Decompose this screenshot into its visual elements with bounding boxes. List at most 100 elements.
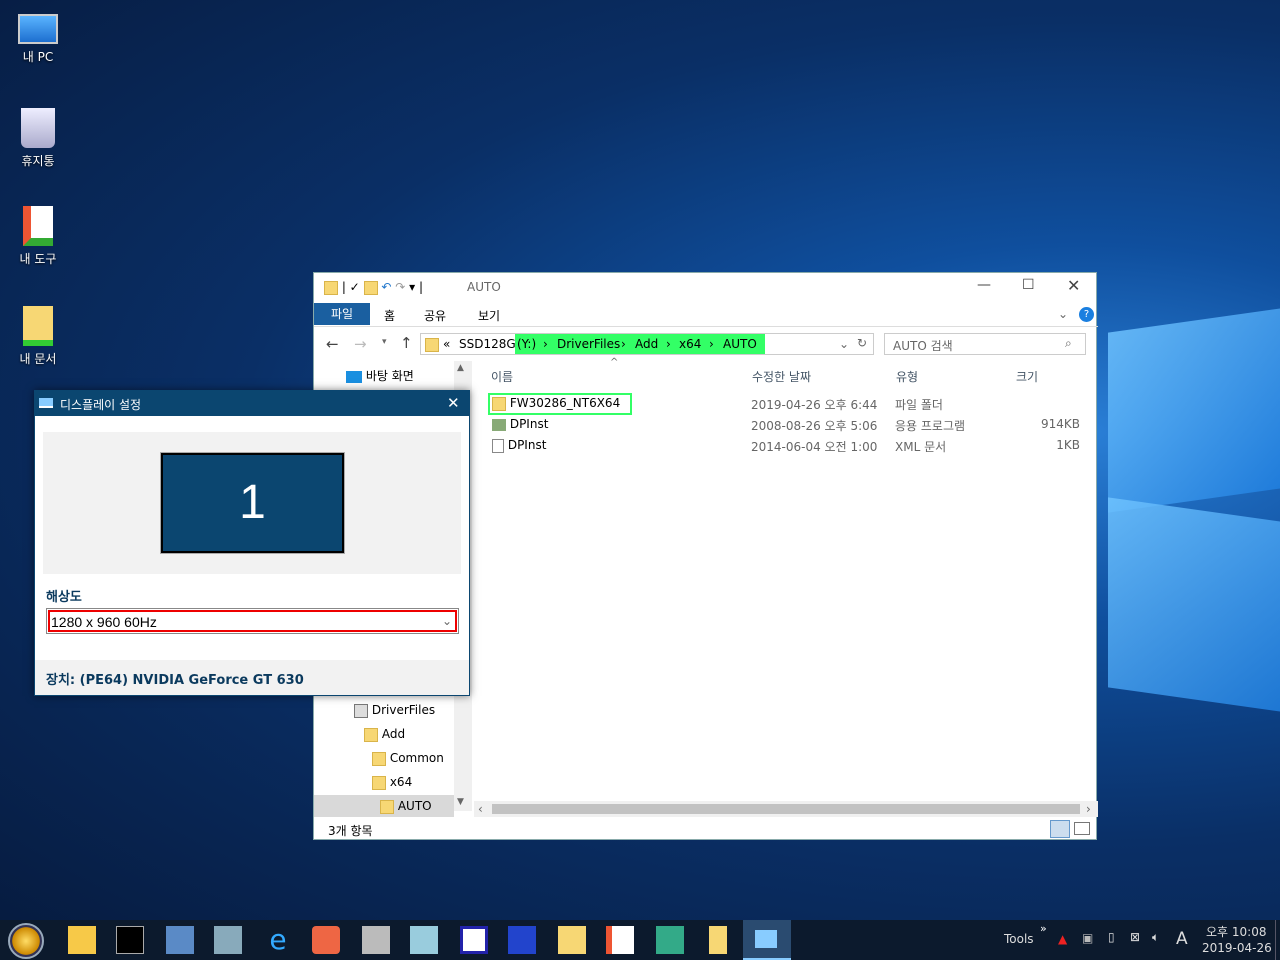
volume-icon[interactable]: 🔈︎ [1152, 930, 1159, 945]
address-segment[interactable]: SSD128G [459, 337, 516, 351]
recent-locations-chevron-icon[interactable]: ▾ [382, 337, 387, 347]
file-row[interactable]: DPInst 2008-08-26 오후 5:06 응용 프로그램 914KB [490, 414, 1090, 435]
taskbar-folder-icon[interactable] [709, 926, 727, 954]
tab-share[interactable]: 공유 [424, 307, 446, 324]
taskbar-ie-icon[interactable]: e [264, 926, 292, 954]
taskbar-documents-icon[interactable] [558, 926, 586, 954]
column-header-size[interactable]: 크기 [1016, 368, 1038, 385]
taskbar-display-settings-active[interactable] [743, 920, 791, 960]
help-icon[interactable]: ? [1079, 307, 1094, 322]
device-name: 장치: (PE64) NVIDIA GeForce GT 630 [46, 673, 304, 688]
tab-view[interactable]: 보기 [478, 307, 500, 324]
resolution-value: 1280 x 960 60Hz [51, 614, 157, 630]
tab-file[interactable]: 파일 [314, 303, 370, 325]
tab-home[interactable]: 홈 [384, 307, 395, 324]
dialog-close-button[interactable]: ✕ [447, 394, 460, 412]
back-button[interactable]: ← [326, 335, 339, 353]
taskbar-app-icon[interactable] [166, 926, 194, 954]
taskbar-eraser-icon[interactable] [410, 926, 438, 954]
file-name: DPInst [507, 438, 547, 452]
file-row[interactable]: DPInst 2014-06-04 오전 1:00 XML 문서 1KB [490, 435, 1090, 456]
clock-time[interactable]: 오후 10:08 [1206, 923, 1266, 940]
taskbar-grid-icon[interactable] [460, 926, 488, 954]
taskbar-tools-icon[interactable] [606, 926, 634, 954]
taskbar-device-icon[interactable] [362, 926, 390, 954]
nav-item-desktop[interactable]: 바탕 화면 [366, 369, 414, 383]
resolution-dropdown[interactable]: 1280 x 960 60Hz ⌄ [46, 608, 459, 634]
quick-access-toolbar[interactable]: | ✓ ↶ ↷ ▾ | [324, 280, 423, 295]
column-header-type[interactable]: 유형 [896, 368, 918, 385]
column-header-name[interactable]: 이름 [491, 368, 513, 385]
application-icon [492, 418, 506, 431]
file-name: FW30286_NT6X64 [509, 396, 621, 410]
address-dropdown-chevron-icon[interactable]: ⌄ [839, 337, 849, 351]
address-segment[interactable]: Add [635, 337, 658, 351]
show-desktop-button[interactable] [1275, 920, 1276, 960]
close-button[interactable]: ✕ [1067, 276, 1080, 295]
nav-item[interactable]: DriverFiles [372, 703, 435, 717]
recycle-bin-icon [21, 108, 55, 148]
status-item-count: 3개 항목 [328, 824, 373, 838]
network-error-icon[interactable]: ⊠ [1130, 930, 1140, 944]
monitor-1[interactable]: 1 [160, 452, 345, 554]
ime-indicator[interactable]: A [1176, 929, 1188, 949]
address-segment[interactable]: DriverFiles [557, 337, 620, 351]
chevron-down-icon: ⌄ [441, 614, 452, 628]
taskbar-media-icon[interactable] [312, 926, 340, 954]
minimize-button[interactable]: — [977, 277, 991, 293]
address-segment[interactable]: AUTO [723, 337, 757, 351]
drive-folder-icon [354, 703, 368, 718]
toolbar-overflow-icon[interactable]: » [1040, 922, 1047, 935]
file-type: 파일 폴더 [895, 398, 943, 412]
nav-item[interactable]: Common [390, 751, 444, 765]
refresh-icon[interactable]: ↻ [857, 336, 867, 350]
desktop-icon [346, 370, 362, 383]
file-date: 2008-08-26 오후 5:06 [751, 419, 878, 433]
taskbar-save-icon[interactable] [508, 926, 536, 954]
search-icon: ⌕ [1065, 336, 1072, 350]
windows-logo-wallpaper [1098, 300, 1280, 720]
tools-shortcut-icon [23, 206, 53, 246]
maximize-button[interactable]: ☐ [1022, 277, 1035, 293]
desktop-icon-my-pc[interactable]: 내 PC [0, 10, 76, 65]
file-row[interactable]: FW30286_NT6X64 2019-04-26 오후 6:44 파일 폴더 [490, 393, 1090, 414]
icon-label: 내 PC [22, 50, 54, 64]
desktop-icon-my-documents[interactable]: 내 문서 [0, 306, 76, 367]
up-button[interactable]: ↑ [400, 334, 413, 352]
horizontal-scrollbar[interactable]: ‹ › [474, 801, 1098, 817]
address-overflow[interactable]: « [443, 337, 450, 351]
network-disconnected-icon[interactable]: ▣ [1082, 931, 1093, 945]
taskbar-cmd-icon[interactable] [116, 926, 144, 954]
file-size: 1KB [1056, 438, 1080, 452]
details-view-button[interactable] [1050, 820, 1070, 838]
icon-label: 내 도구 [19, 252, 57, 266]
ribbon-expand-chevron-icon[interactable]: ⌄ [1058, 307, 1068, 321]
tray-app-icon[interactable]: ▲ [1058, 932, 1067, 946]
start-button[interactable] [8, 923, 44, 959]
forward-button[interactable]: → [354, 335, 367, 353]
taskbar-file-explorer-icon[interactable] [68, 926, 96, 954]
dialog-titlebar: 디스플레이 설정 ✕ [35, 391, 469, 416]
address-segment[interactable]: x64 [679, 337, 701, 351]
address-bar[interactable]: « SSD128G (Y:) › DriverFiles › Add › x64… [420, 333, 874, 355]
desktop-icon-recycle-bin[interactable]: 휴지통 [0, 108, 76, 169]
taskbar-monitor-icon[interactable] [214, 926, 242, 954]
file-date: 2019-04-26 오후 6:44 [751, 398, 878, 412]
taskbar-network-icon[interactable] [656, 926, 684, 954]
usb-icon[interactable]: ▯ [1108, 930, 1115, 944]
device-info-bar: 장치: (PE64) NVIDIA GeForce GT 630 [35, 660, 469, 695]
tools-toolbar-label[interactable]: Tools [1004, 932, 1034, 946]
nav-item-selected[interactable]: AUTO [398, 799, 432, 813]
nav-item[interactable]: Add [382, 727, 405, 741]
file-type: 응용 프로그램 [895, 419, 966, 433]
icon-label: 내 문서 [19, 352, 57, 366]
search-placeholder: AUTO 검색 [893, 339, 953, 353]
column-header-date[interactable]: 수정한 날짜 [752, 368, 811, 385]
desktop-icon-my-tools[interactable]: 내 도구 [0, 206, 76, 267]
address-segment[interactable]: (Y:) [517, 337, 536, 351]
nav-item[interactable]: x64 [390, 775, 412, 789]
xml-file-icon [492, 438, 504, 453]
clock-date[interactable]: 2019-04-26 [1202, 941, 1272, 955]
large-icons-view-button[interactable] [1074, 822, 1090, 835]
search-input[interactable]: AUTO 검색 ⌕ [884, 333, 1086, 355]
